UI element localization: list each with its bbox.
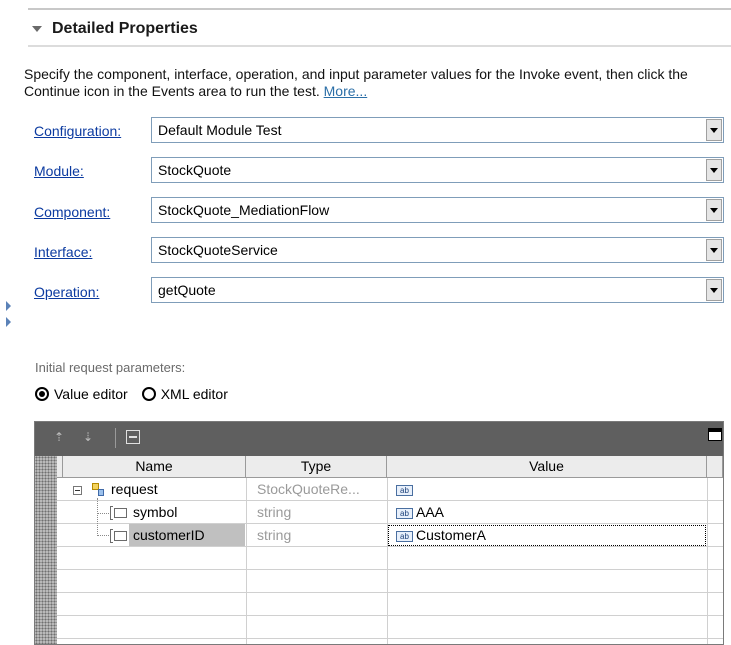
dropdown-button[interactable]	[706, 159, 722, 181]
field-icon	[110, 529, 128, 543]
maximize-icon[interactable]	[708, 428, 722, 441]
section-header[interactable]: Detailed Properties	[32, 20, 198, 38]
interface-value: StockQuoteService	[158, 242, 278, 258]
row-type: StockQuoteRe...	[257, 481, 360, 497]
initial-params-label: Initial request parameters:	[35, 360, 186, 375]
header-filler	[707, 456, 723, 478]
tree-line	[97, 535, 109, 536]
collapse-all-icon[interactable]	[126, 430, 140, 444]
editor-radio-group: Value editor XML editor	[35, 386, 228, 402]
top-divider	[28, 8, 731, 10]
chevron-down-icon	[710, 247, 718, 253]
row-name[interactable]: symbol	[133, 504, 177, 520]
configuration-combo[interactable]: Default Module Test	[151, 117, 724, 143]
table-row	[57, 616, 723, 639]
string-value-icon: ab	[396, 531, 413, 542]
column-divider	[246, 478, 247, 644]
table-row	[57, 547, 723, 570]
configuration-label[interactable]: Configuration:	[34, 123, 121, 139]
configuration-value: Default Module Test	[158, 122, 282, 138]
table-row	[57, 593, 723, 616]
row-name[interactable]: request	[111, 481, 158, 497]
section-underline	[28, 45, 731, 47]
dropdown-button[interactable]	[706, 199, 722, 221]
move-down-icon[interactable]: ⇣	[83, 430, 93, 444]
value-editor-label[interactable]: Value editor	[54, 386, 128, 402]
row-value[interactable]: AAA	[416, 504, 444, 520]
side-expand-handles[interactable]	[6, 301, 11, 333]
section-description: Specify the component, interface, operat…	[24, 66, 724, 100]
chevron-right-icon[interactable]	[6, 317, 11, 327]
table-toolbar: ⇡ ⇣	[35, 422, 723, 456]
interface-label[interactable]: Interface:	[34, 244, 92, 260]
tree-line	[97, 498, 98, 536]
business-object-icon	[92, 483, 104, 497]
operation-label[interactable]: Operation:	[34, 284, 99, 300]
radio-selected-dot	[39, 391, 45, 397]
tree-line	[97, 513, 109, 514]
row-type: string	[257, 527, 292, 543]
operation-value: getQuote	[158, 282, 216, 298]
parameters-table: ⇡ ⇣ Name Type Value request StockQuoteRe…	[34, 421, 724, 645]
chevron-right-icon[interactable]	[6, 301, 11, 311]
column-header-type[interactable]: Type	[246, 456, 387, 478]
module-label[interactable]: Module:	[34, 163, 84, 179]
chevron-down-icon	[710, 167, 718, 173]
section-title: Detailed Properties	[52, 20, 198, 37]
column-header-value[interactable]: Value	[387, 456, 707, 478]
module-value: StockQuote	[158, 162, 232, 178]
component-label[interactable]: Component:	[34, 204, 110, 220]
xml-editor-radio[interactable]	[141, 387, 156, 401]
dropdown-button[interactable]	[706, 119, 722, 141]
chevron-down-icon	[710, 207, 718, 213]
field-icon	[110, 506, 128, 520]
component-value: StockQuote_MediationFlow	[158, 202, 330, 218]
more-link[interactable]: More...	[324, 83, 368, 99]
string-value-icon: ab	[396, 508, 413, 519]
row-gutter	[35, 456, 57, 644]
toolbar-separator	[115, 428, 116, 448]
value-editor-radio[interactable]	[35, 387, 49, 401]
dropdown-button[interactable]	[706, 279, 722, 301]
row-value[interactable]: CustomerA	[416, 527, 486, 543]
chevron-down-icon	[710, 127, 718, 133]
dropdown-button[interactable]	[706, 239, 722, 261]
table-row	[57, 570, 723, 593]
row-type: string	[257, 504, 292, 520]
triangle-down-icon[interactable]	[32, 26, 42, 32]
column-divider	[387, 478, 388, 644]
column-divider	[707, 478, 708, 644]
move-up-icon[interactable]: ⇡	[54, 430, 64, 444]
module-combo[interactable]: StockQuote	[151, 157, 724, 183]
column-header-name[interactable]: Name	[63, 456, 246, 478]
operation-combo[interactable]: getQuote	[151, 277, 724, 303]
xml-editor-label[interactable]: XML editor	[161, 386, 228, 402]
row-name[interactable]: customerID	[133, 527, 205, 543]
collapse-tree-icon[interactable]	[73, 486, 82, 495]
string-value-icon: ab	[396, 485, 413, 496]
chevron-down-icon	[710, 287, 718, 293]
component-combo[interactable]: StockQuote_MediationFlow	[151, 197, 724, 223]
interface-combo[interactable]: StockQuoteService	[151, 237, 724, 263]
